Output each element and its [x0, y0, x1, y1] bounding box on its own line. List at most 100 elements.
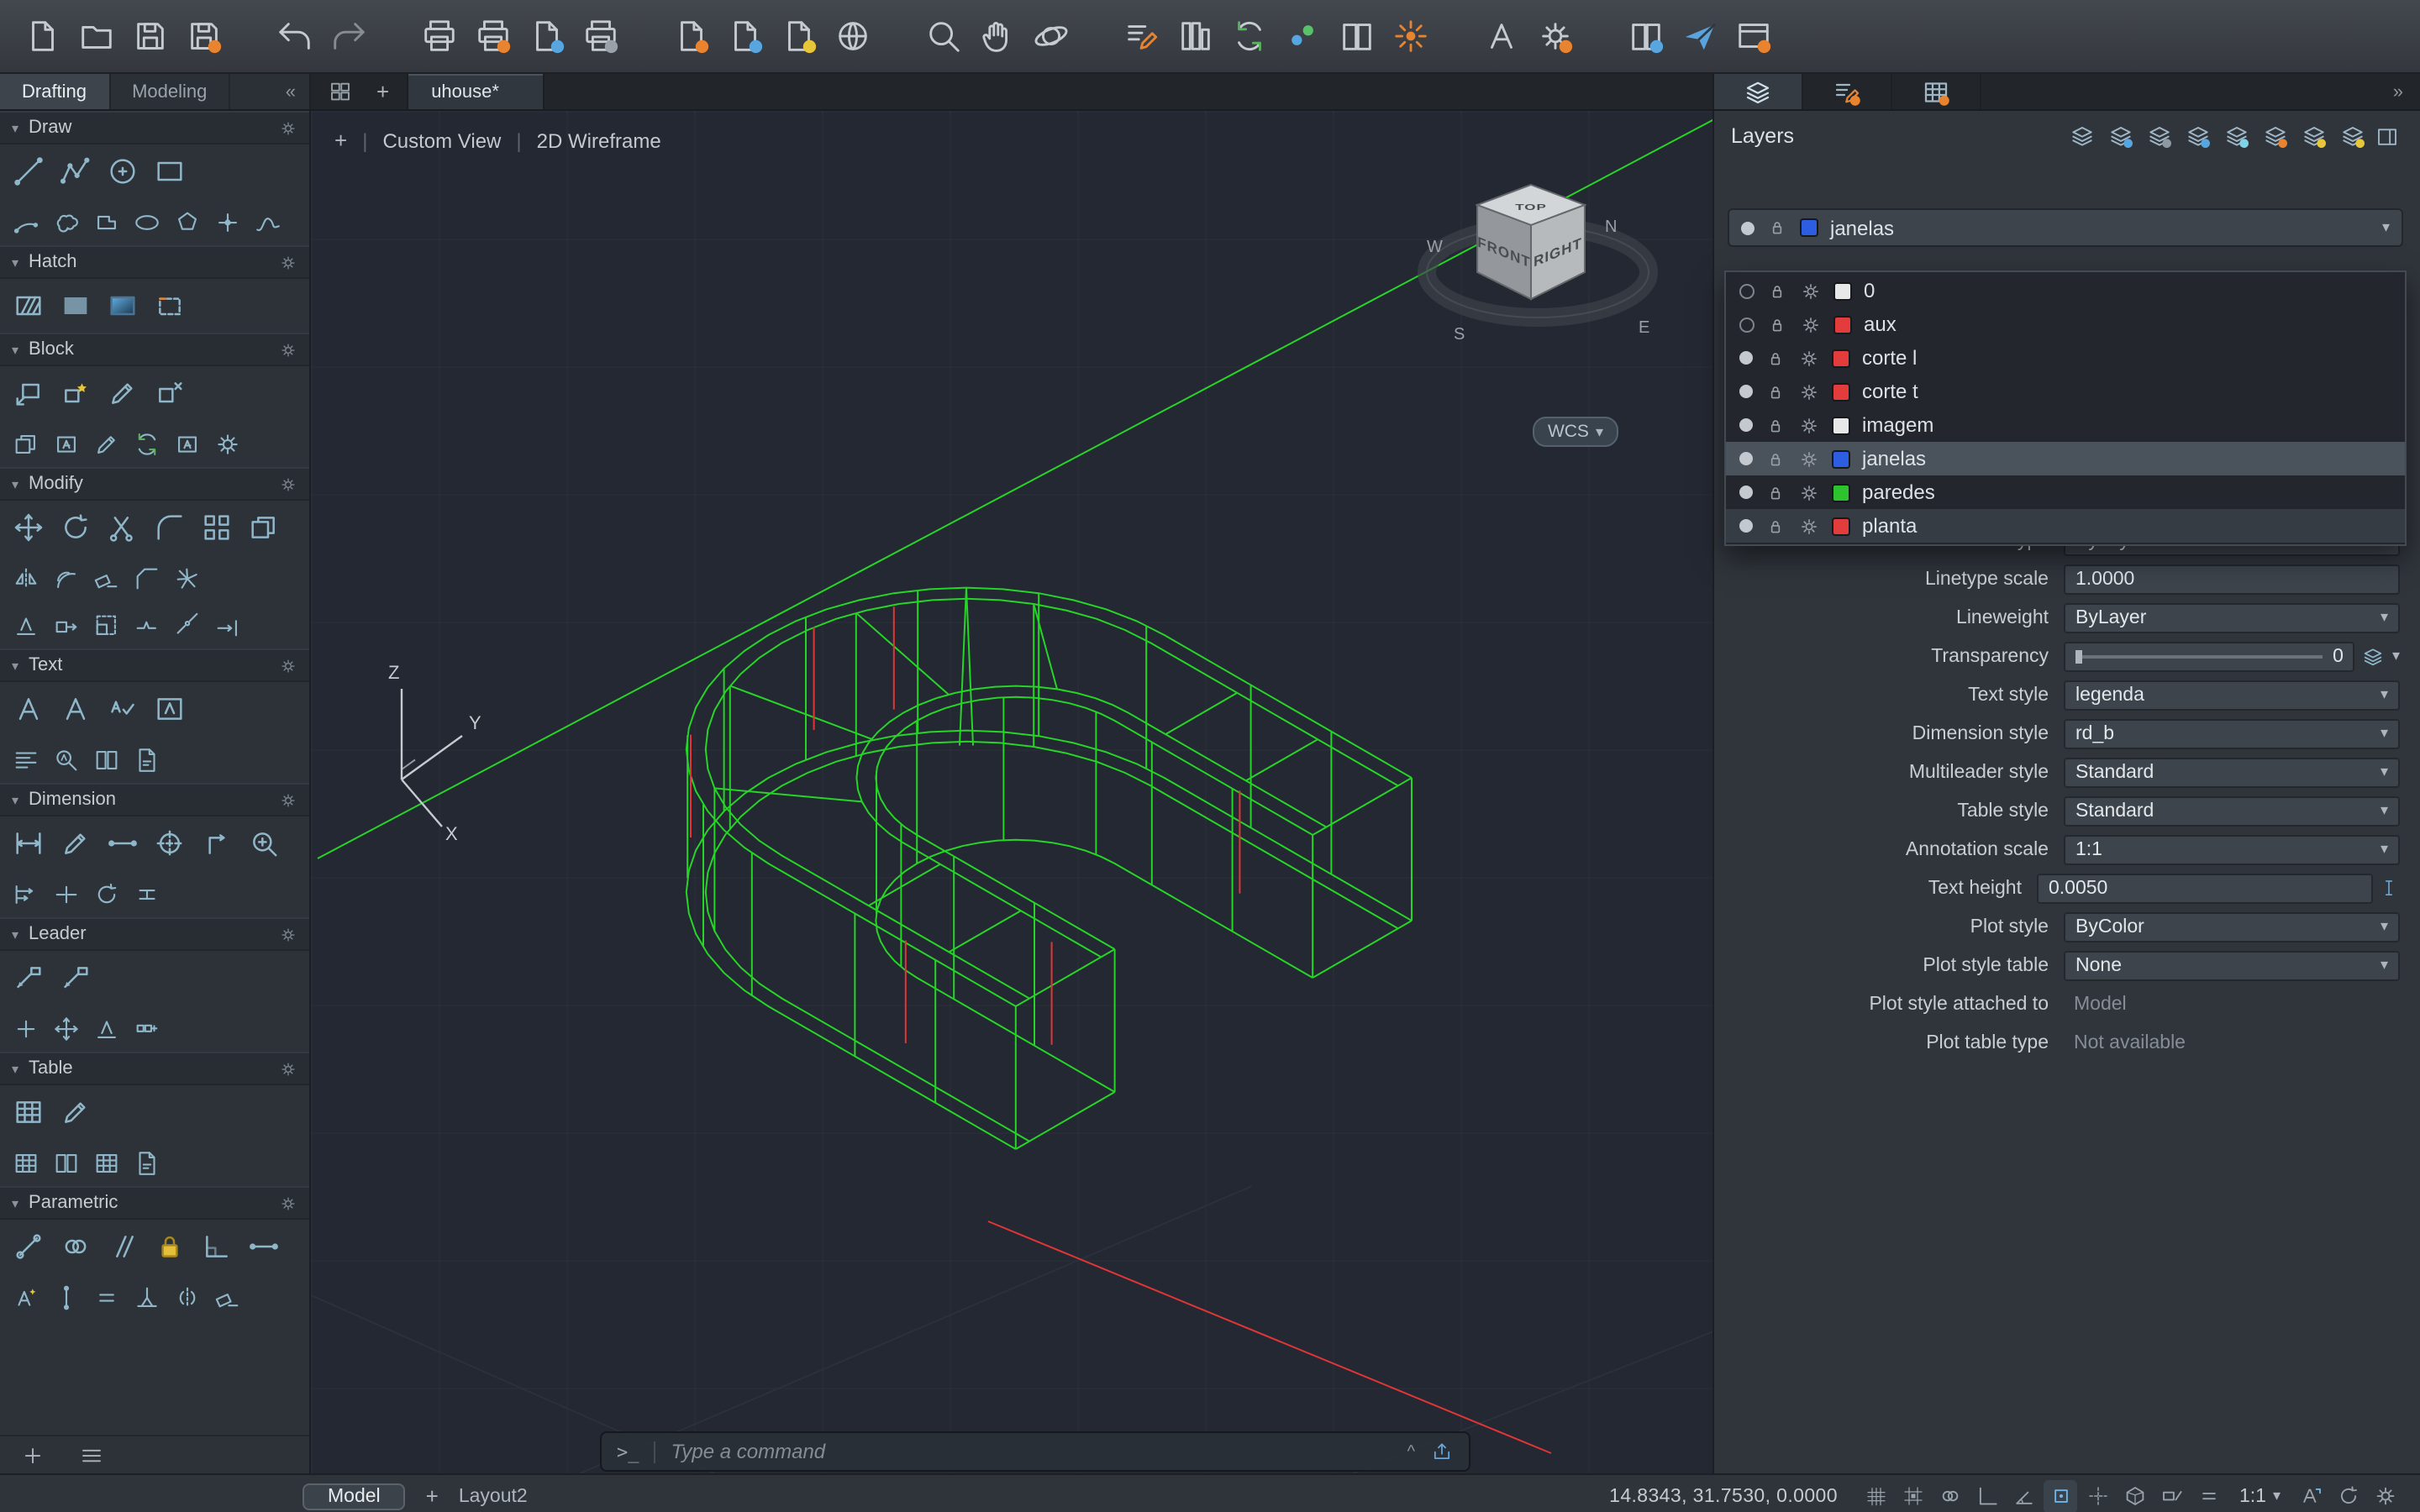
layer-on-icon[interactable]	[1739, 452, 1753, 465]
layer-on-icon[interactable]	[1739, 519, 1753, 533]
text-cursor-icon[interactable]	[2378, 877, 2400, 899]
wcs-selector[interactable]: WCS ▾	[1533, 417, 1618, 447]
equal-constraint-icon[interactable]	[87, 1278, 124, 1315]
center-mark-icon[interactable]	[148, 822, 192, 865]
export-pdf-icon[interactable]	[128, 741, 165, 778]
lock-icon[interactable]	[1765, 347, 1786, 369]
viewcube-west[interactable]: W	[1427, 238, 1443, 256]
multiline-text-icon[interactable]	[7, 687, 50, 731]
layer-on-icon[interactable]	[1739, 486, 1753, 499]
plot-preview-icon[interactable]	[575, 11, 625, 61]
disclosure-triangle-icon[interactable]: ▾	[12, 792, 18, 807]
horizontal-dimension-icon[interactable]	[101, 822, 145, 865]
text-height-field[interactable]: 0.0050	[2037, 873, 2373, 903]
ellipse-icon[interactable]	[128, 203, 165, 240]
pan-icon[interactable]	[971, 11, 1022, 61]
mirror-icon[interactable]	[7, 559, 44, 596]
edit-table-icon[interactable]	[54, 1090, 97, 1134]
remove-leader-icon[interactable]	[47, 1010, 84, 1047]
layer-color-swatch[interactable]	[1832, 449, 1850, 468]
freeze-sun-icon[interactable]	[1798, 414, 1820, 436]
section-header-parametric[interactable]: ▾Parametric	[0, 1186, 309, 1220]
layer-previous-icon[interactable]	[2143, 119, 2176, 153]
inspect-dimension-icon[interactable]	[242, 822, 286, 865]
lock-icon[interactable]	[1765, 414, 1786, 436]
collaborate-icon[interactable]	[1277, 11, 1328, 61]
text-style-field[interactable]: legenda▾	[2064, 680, 2400, 710]
layer-row-corte-t[interactable]: corte t	[1726, 375, 2405, 408]
section-settings-icon[interactable]	[279, 925, 297, 943]
layer-on-icon[interactable]	[1739, 317, 1754, 332]
spline-icon[interactable]	[249, 203, 286, 240]
drawing-tab-uhouse[interactable]: uhouse*	[406, 74, 544, 109]
section-settings-icon[interactable]	[279, 340, 297, 359]
layer-on-icon[interactable]	[1741, 221, 1754, 234]
manage-attributes-icon[interactable]	[208, 425, 245, 462]
align-leaders-icon[interactable]	[87, 1010, 124, 1047]
parallel-constraint-icon[interactable]	[101, 1225, 145, 1268]
insert-attribute-icon[interactable]	[47, 425, 84, 462]
layer-lock-icon[interactable]	[2297, 119, 2331, 153]
quick-plot-icon[interactable]	[467, 11, 518, 61]
freeze-sun-icon[interactable]	[1798, 347, 1820, 369]
orbit-icon[interactable]	[1025, 11, 1076, 61]
design-center-icon[interactable]	[1385, 11, 1435, 61]
section-header-leader[interactable]: ▾Leader	[0, 917, 309, 951]
freeze-sun-icon[interactable]	[1800, 280, 1822, 302]
lock-icon[interactable]	[1766, 217, 1788, 239]
hatch-solid-icon[interactable]	[54, 284, 97, 328]
insert-table-icon[interactable]	[7, 1090, 50, 1134]
write-block-icon[interactable]	[148, 371, 192, 415]
tab-drafting[interactable]: Drafting	[0, 74, 110, 109]
lock-icon[interactable]	[1765, 448, 1786, 470]
disclosure-triangle-icon[interactable]: ▾	[12, 120, 18, 135]
table-rows-icon[interactable]	[7, 1144, 44, 1181]
point-icon[interactable]	[208, 203, 245, 240]
linetype-scale-field[interactable]: 1.0000	[2064, 564, 2400, 594]
edit-attribute-icon[interactable]	[87, 425, 124, 462]
disclosure-triangle-icon[interactable]: ▾	[12, 342, 18, 357]
layers-tab-icon[interactable]	[1714, 74, 1803, 109]
open-icon[interactable]	[71, 11, 121, 61]
single-line-text-icon[interactable]	[54, 687, 97, 731]
rectangle-icon[interactable]	[148, 150, 192, 193]
viewcube-north[interactable]: N	[1605, 218, 1617, 236]
disclosure-triangle-icon[interactable]: ▾	[12, 255, 18, 270]
polygon-icon[interactable]	[168, 203, 205, 240]
auto-constrain-icon[interactable]	[7, 1278, 44, 1315]
visual-style-control[interactable]: 2D Wireframe	[537, 129, 661, 152]
rotate-icon[interactable]	[54, 506, 97, 549]
lock-icon[interactable]	[1766, 280, 1788, 302]
collapse-palette-icon[interactable]: «	[272, 74, 309, 109]
layout2-tab[interactable]: Layout2	[459, 1486, 528, 1506]
layer-color-swatch[interactable]	[1832, 382, 1850, 401]
lineweight-display-icon[interactable]	[2192, 1479, 2226, 1512]
find-text-icon[interactable]	[47, 741, 84, 778]
command-collapse-icon[interactable]: ^	[1407, 1442, 1415, 1461]
layer-color-swatch[interactable]	[1832, 349, 1850, 367]
disclosure-triangle-icon[interactable]: ▾	[12, 476, 18, 491]
settings-gear-icon[interactable]	[2368, 1479, 2402, 1512]
justify-text-icon[interactable]	[7, 741, 44, 778]
grid-icon[interactable]	[1860, 1479, 1893, 1512]
add-layout-button[interactable]: +	[426, 1483, 439, 1509]
scale-icon[interactable]	[87, 606, 124, 643]
palette-overflow-icon[interactable]: »	[2376, 74, 2420, 109]
horizontal-constraint-icon[interactable]	[242, 1225, 286, 1268]
layer-row-janelas[interactable]: janelas	[1726, 442, 2405, 475]
erase-icon[interactable]	[87, 559, 124, 596]
tool-sets-icon[interactable]	[1170, 11, 1220, 61]
freeze-sun-icon[interactable]	[1798, 515, 1820, 537]
annotation-visibility-icon[interactable]	[2294, 1479, 2328, 1512]
circle-icon[interactable]	[101, 150, 145, 193]
snap-icon[interactable]	[1897, 1479, 1930, 1512]
tab-modeling[interactable]: Modeling	[110, 74, 230, 109]
dimension-style-field[interactable]: rd_b▾	[2064, 718, 2400, 748]
layout-windows-icon[interactable]	[1728, 11, 1778, 61]
ordinate-dimension-icon[interactable]	[195, 822, 239, 865]
model-tab[interactable]: Model	[302, 1483, 406, 1509]
layer-row-0[interactable]: 0	[1726, 274, 2405, 307]
linear-dimension-icon[interactable]	[7, 822, 50, 865]
palette-menu-icon[interactable]	[79, 1442, 104, 1467]
attach-reference-icon[interactable]	[773, 11, 823, 61]
